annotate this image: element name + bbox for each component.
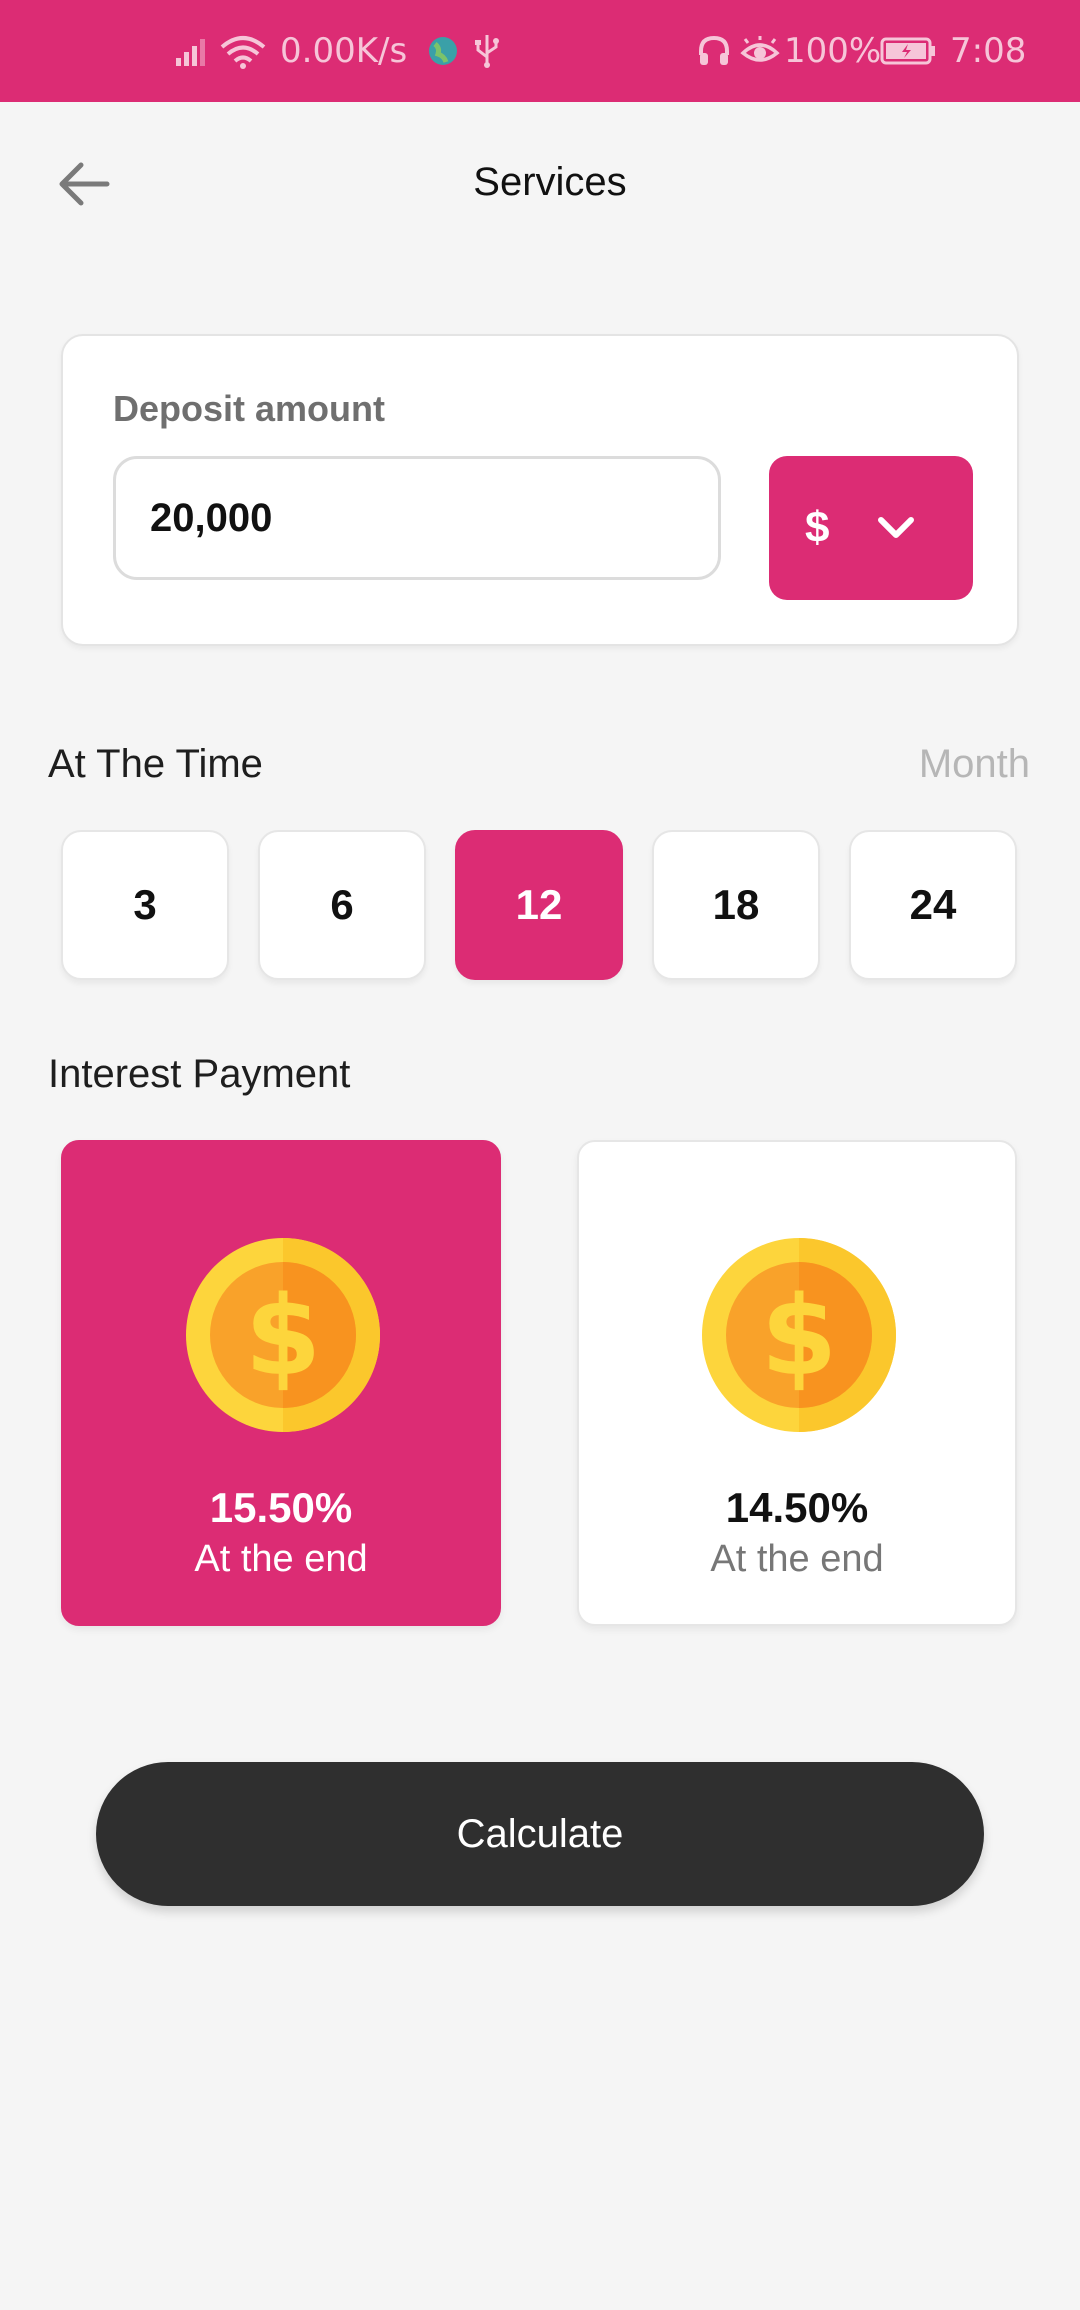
deposit-label: Deposit amount bbox=[113, 388, 386, 429]
network-speed: 0.00K/s bbox=[280, 31, 408, 71]
battery-percent: 100% bbox=[784, 31, 882, 71]
period-option-18[interactable]: 18 bbox=[652, 830, 820, 980]
interest-rate: 14.50% bbox=[725, 1484, 869, 1531]
dollar-coin-icon: $ bbox=[186, 1238, 380, 1432]
clock: 7:08 bbox=[950, 31, 1027, 71]
interest-option-card[interactable]: $ 14.50% At the end bbox=[577, 1140, 1017, 1626]
eye-icon bbox=[740, 0, 780, 102]
currency-dropdown[interactable]: $ bbox=[769, 456, 973, 600]
interest-option-card[interactable]: $ 15.50% At the end bbox=[61, 1140, 501, 1626]
usb-icon bbox=[472, 0, 502, 102]
signal-icon bbox=[174, 0, 214, 102]
interest-timing: At the end bbox=[710, 1538, 884, 1580]
interest-rate: 15.50% bbox=[209, 1484, 353, 1531]
month-unit-label: Month bbox=[918, 742, 1030, 786]
currency-symbol: $ bbox=[805, 503, 830, 552]
svg-text:$: $ bbox=[761, 1272, 838, 1400]
period-option-6[interactable]: 6 bbox=[258, 830, 426, 980]
calculate-button[interactable]: Calculate bbox=[96, 1762, 984, 1906]
period-option-12[interactable]: 12 bbox=[455, 830, 623, 980]
chevron-down-icon bbox=[878, 517, 915, 538]
page-title: Services bbox=[473, 160, 627, 204]
period-options: 3 6 12 18 24 bbox=[61, 830, 1019, 980]
globe-icon bbox=[426, 0, 460, 102]
battery-icon bbox=[880, 0, 938, 102]
time-section-label: At The Time bbox=[48, 742, 263, 786]
deposit-card: Deposit amount $ bbox=[61, 334, 1019, 646]
period-option-24[interactable]: 24 bbox=[849, 830, 1017, 980]
wifi-icon bbox=[218, 0, 268, 102]
status-bar: 0.00K/s 100% 7:08 bbox=[0, 0, 1080, 102]
interest-timing: At the end bbox=[194, 1538, 368, 1580]
svg-text:$: $ bbox=[245, 1272, 322, 1400]
period-option-3[interactable]: 3 bbox=[61, 830, 229, 980]
dollar-coin-icon: $ bbox=[702, 1238, 896, 1432]
deposit-amount-input[interactable] bbox=[113, 456, 721, 580]
interest-section-label: Interest Payment bbox=[48, 1052, 351, 1096]
headset-icon bbox=[696, 0, 732, 102]
